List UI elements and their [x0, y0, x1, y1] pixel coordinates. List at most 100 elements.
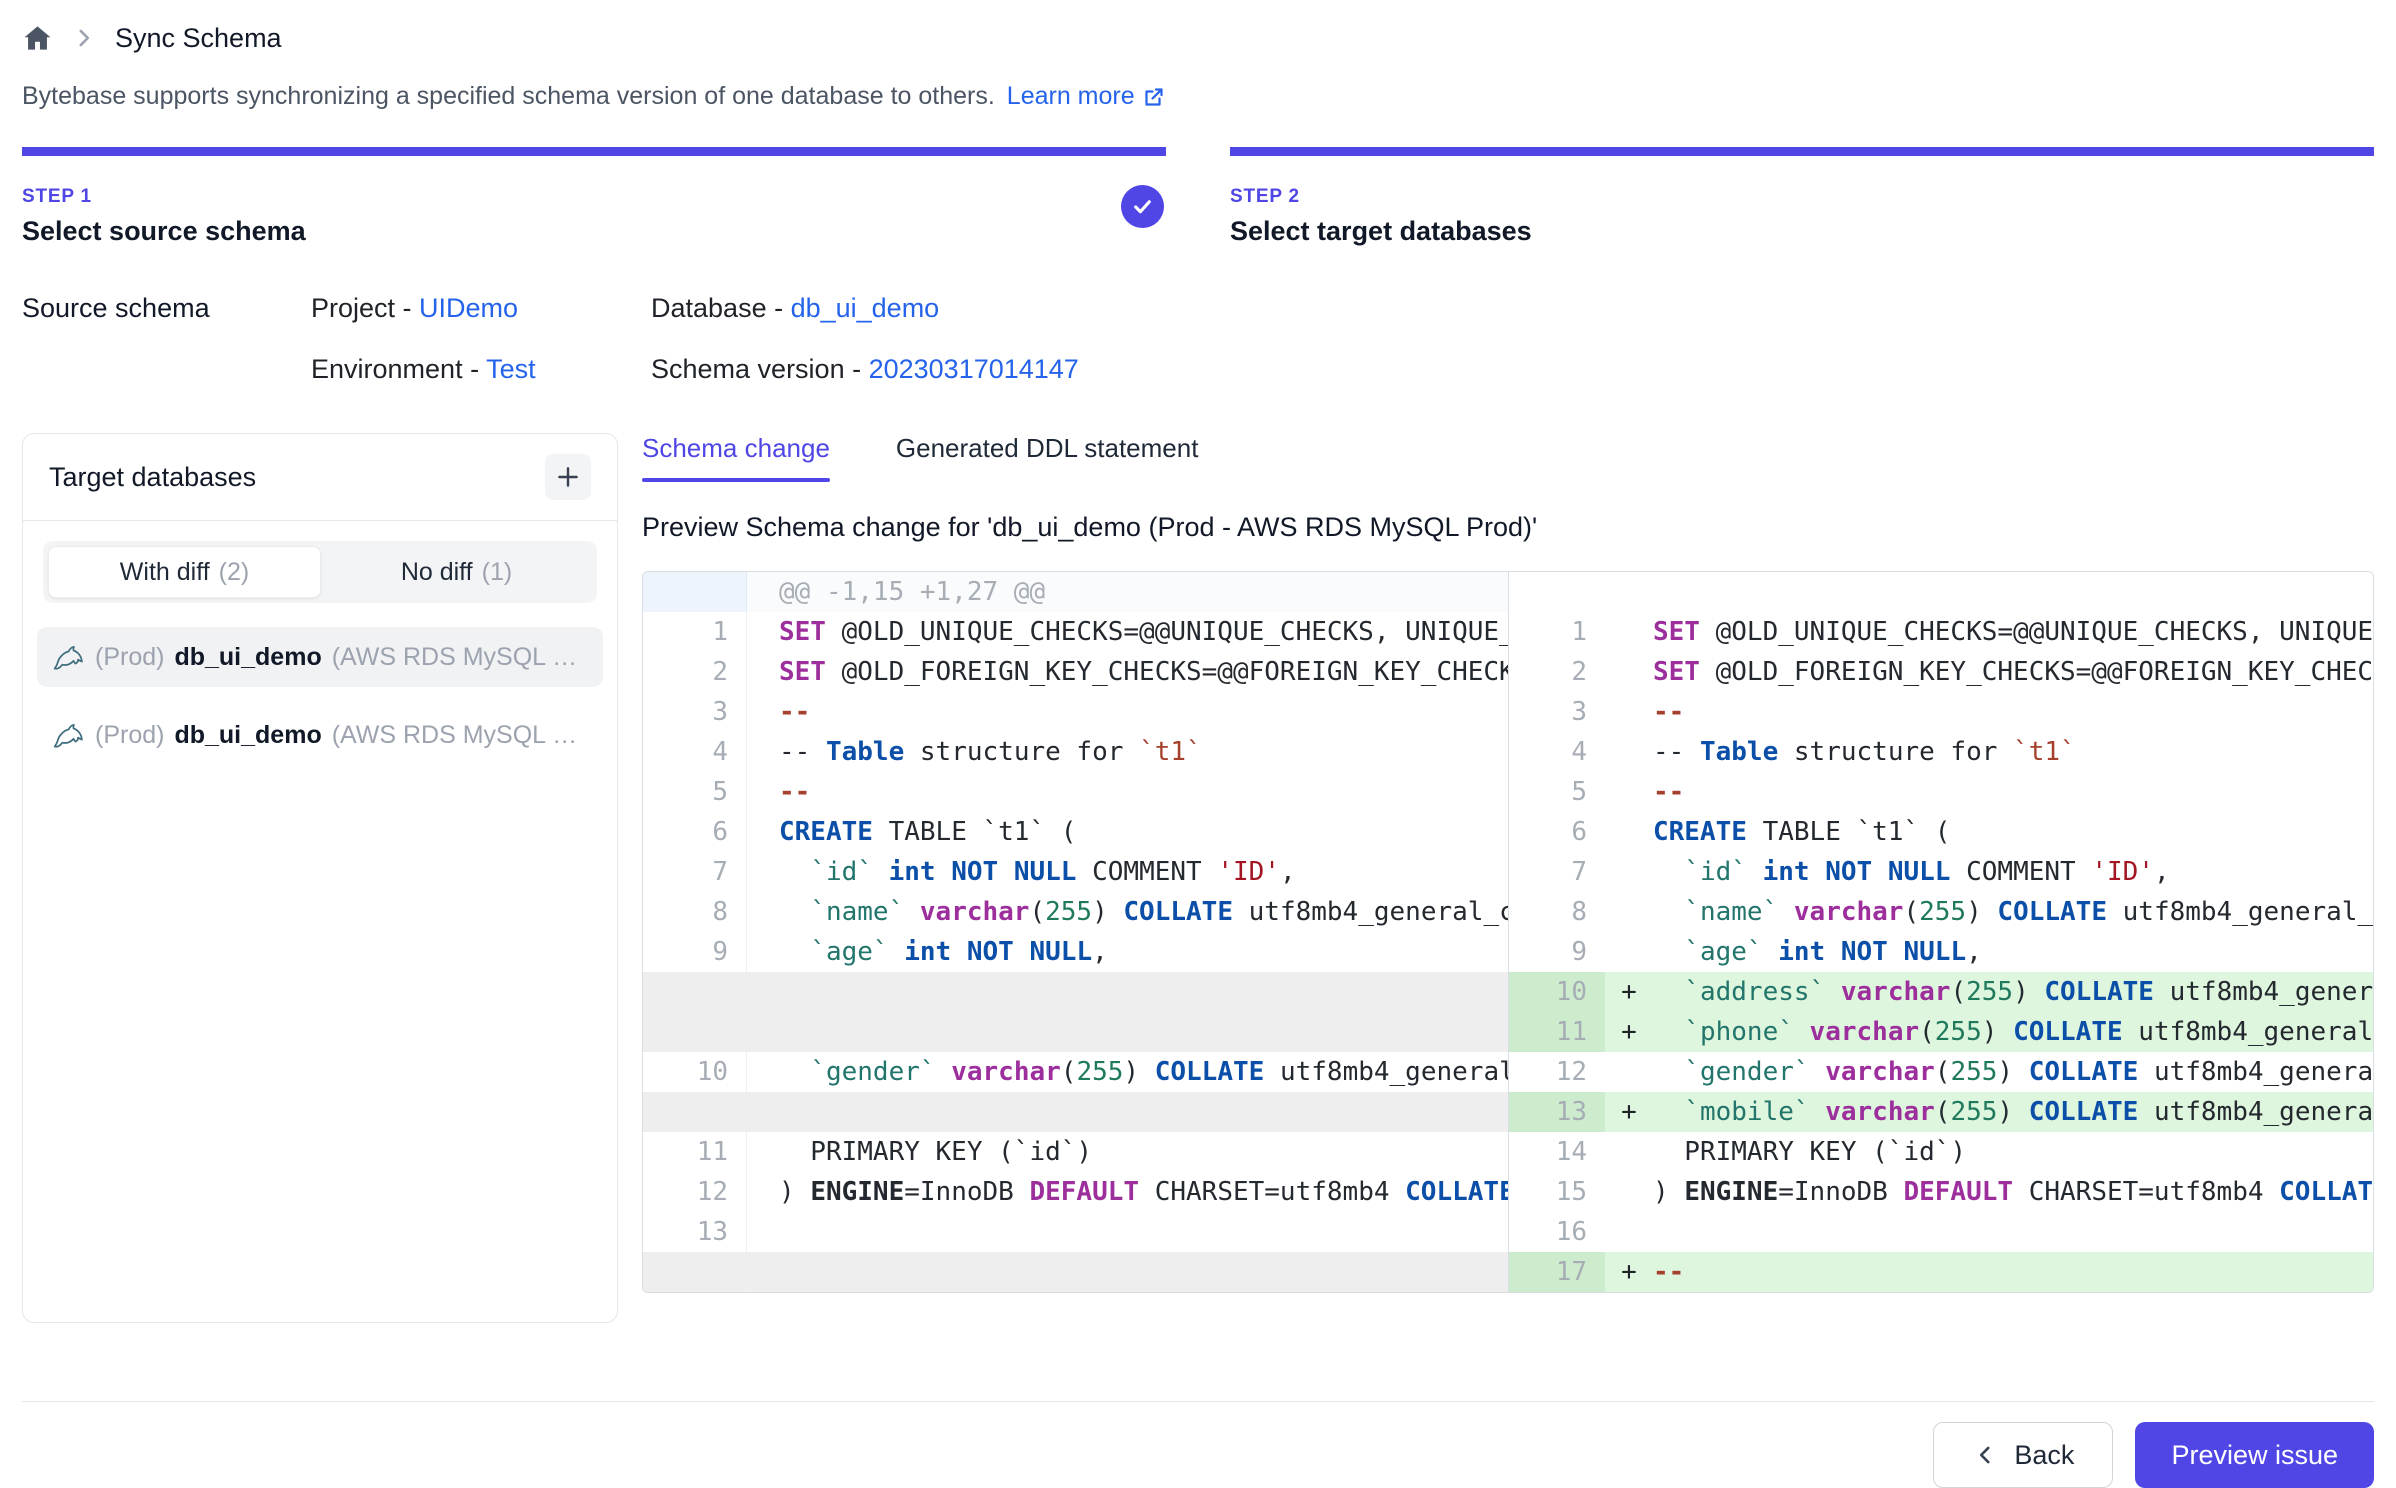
step-2: STEP 2 Select target databases [1230, 147, 2374, 247]
tab-no-diff[interactable]: No diff (1) [321, 546, 592, 598]
tab-with-diff[interactable]: With diff (2) [48, 546, 321, 598]
line-marker [1605, 892, 1653, 932]
plus-icon [555, 464, 581, 490]
diff-row-target: 11+ `phone` varchar(255) COLLATE utf8mb4… [1509, 1012, 2373, 1052]
line-marker [1605, 1212, 1653, 1252]
add-target-database-button[interactable] [545, 454, 591, 500]
diff-row-source [643, 1092, 1508, 1132]
step-1-completed-badge [1121, 185, 1164, 228]
diff-filter-tabs: With diff (2) No diff (1) [43, 541, 597, 603]
step-1-label: STEP 1 [22, 186, 1166, 208]
diff-pane-target: 1SET @OLD_UNIQUE_CHECKS=@@UNIQUE_CHECKS,… [1508, 572, 2373, 1292]
environment-link[interactable]: Test [486, 354, 536, 384]
with-diff-count: (2) [219, 558, 250, 587]
diff-row-target: 4-- Table structure for `t1` [1509, 732, 2373, 772]
mysql-dolphin-icon [51, 640, 85, 674]
diff-row-source [643, 1012, 1508, 1052]
project-link[interactable]: UIDemo [419, 293, 518, 323]
home-icon[interactable] [22, 23, 53, 54]
diff-row-target: 13+ `mobile` varchar(255) COLLATE utf8mb… [1509, 1092, 2373, 1132]
diff-hunk-header-spacer [1509, 572, 2373, 612]
preview-section: Schema change Generated DDL statement Pr… [642, 433, 2374, 1293]
diff-row-source: 9 `age` int NOT NULL, [643, 932, 1508, 972]
diff-row-target: 9 `age` int NOT NULL, [1509, 932, 2373, 972]
diff-row-target: 16 [1509, 1212, 2373, 1252]
diff-row-target: 12 `gender` varchar(255) COLLATE utf8mb4… [1509, 1052, 2373, 1092]
line-marker [1605, 1132, 1653, 1172]
diff-row-source: 13 [643, 1212, 1508, 1252]
preview-title: Preview Schema change for 'db_ui_demo (P… [642, 512, 2374, 543]
diff-row-source: 6CREATE TABLE `t1` ( [643, 812, 1508, 852]
page-description: Bytebase supports synchronizing a specif… [22, 82, 2374, 111]
diff-row-source: 4-- Table structure for `t1` [643, 732, 1508, 772]
database-list-item[interactable]: (Prod) db_ui_demo (AWS RDS MySQL Prod) [37, 627, 603, 687]
footer-actions: Back Preview issue [22, 1402, 2374, 1488]
learn-more-link[interactable]: Learn more [1007, 82, 1166, 111]
step-2-title: Select target databases [1230, 216, 2374, 247]
target-databases-panel: Target databases With diff (2) No diff (… [22, 433, 618, 1323]
line-marker [1605, 852, 1653, 892]
page: Sync Schema Bytebase supports synchroniz… [0, 0, 2396, 1488]
diff-row-target: 3-- [1509, 692, 2373, 732]
diff-row-target: 5-- [1509, 772, 2373, 812]
diff-hunk-header: @@ -1,15 +1,27 @@ [643, 572, 1508, 612]
line-marker [1605, 772, 1653, 812]
diff-row-source: 2SET @OLD_FOREIGN_KEY_CHECKS=@@FOREIGN_K… [643, 652, 1508, 692]
target-database-list: (Prod) db_ui_demo (AWS RDS MySQL Prod) (… [23, 615, 617, 777]
no-diff-count: (1) [482, 558, 513, 587]
chevron-left-icon [1972, 1442, 1998, 1468]
schema-diff-viewer: @@ -1,15 +1,27 @@ 1SET @OLD_UNIQUE_CHECK… [642, 571, 2374, 1293]
target-databases-title: Target databases [49, 462, 256, 493]
chevron-right-icon [71, 25, 97, 51]
preview-issue-button[interactable]: Preview issue [2135, 1422, 2374, 1488]
database-list-item[interactable]: (Prod) db_ui_demo (AWS RDS MySQL Prod) [37, 705, 603, 765]
page-title: Sync Schema [115, 23, 282, 54]
line-marker [1605, 932, 1653, 972]
diff-row-target: 6CREATE TABLE `t1` ( [1509, 812, 2373, 852]
source-schema-version-field: Schema version - 20230317014147 [651, 354, 1079, 385]
source-project-field: Project - UIDemo [311, 293, 651, 324]
diff-row-target: 1SET @OLD_UNIQUE_CHECKS=@@UNIQUE_CHECKS,… [1509, 612, 2373, 652]
diff-row-source: 7 `id` int NOT NULL COMMENT 'ID', [643, 852, 1508, 892]
diff-row-source: 12) ENGINE=InnoDB DEFAULT CHARSET=utf8mb… [643, 1172, 1508, 1212]
diff-row-target: 17+-- [1509, 1252, 2373, 1292]
source-schema-section: Source schema Project - UIDemo Environme… [22, 293, 2374, 385]
diff-row-target: 7 `id` int NOT NULL COMMENT 'ID', [1509, 852, 2373, 892]
step-progress: STEP 1 Select source schema STEP 2 Selec… [22, 147, 2374, 247]
database-link[interactable]: db_ui_demo [791, 293, 940, 323]
schema-version-link[interactable]: 20230317014147 [869, 354, 1079, 384]
added-line-marker: + [1605, 1252, 1653, 1292]
diff-row-source: 8 `name` varchar(255) COLLATE utf8mb4_ge… [643, 892, 1508, 932]
diff-pane-source: @@ -1,15 +1,27 @@ 1SET @OLD_UNIQUE_CHECK… [643, 572, 1508, 1292]
diff-row-source: 10 `gender` varchar(255) COLLATE utf8mb4… [643, 1052, 1508, 1092]
line-marker [1605, 732, 1653, 772]
diff-row-source: 3-- [643, 692, 1508, 732]
diff-row-source: 11 PRIMARY KEY (`id`) [643, 1132, 1508, 1172]
added-line-marker: + [1605, 1092, 1653, 1132]
line-marker [1605, 1052, 1653, 1092]
diff-row-target: 2SET @OLD_FOREIGN_KEY_CHECKS=@@FOREIGN_K… [1509, 652, 2373, 692]
line-marker [1605, 692, 1653, 732]
source-database-field: Database - db_ui_demo [651, 293, 1079, 324]
step-2-bar [1230, 147, 2374, 156]
diff-row-target: 8 `name` varchar(255) COLLATE utf8mb4_ge… [1509, 892, 2373, 932]
line-marker [1605, 812, 1653, 852]
diff-row-target: 14 PRIMARY KEY (`id`) [1509, 1132, 2373, 1172]
breadcrumb: Sync Schema [22, 16, 2374, 60]
external-link-icon [1142, 85, 1166, 109]
check-icon [1130, 194, 1155, 219]
tab-schema-change[interactable]: Schema change [642, 433, 830, 482]
step-2-label: STEP 2 [1230, 186, 2374, 208]
line-marker [1605, 652, 1653, 692]
diff-row-source [643, 1252, 1508, 1292]
preview-tabs: Schema change Generated DDL statement [642, 433, 2374, 482]
diff-row-source: 1SET @OLD_UNIQUE_CHECKS=@@UNIQUE_CHECKS,… [643, 612, 1508, 652]
step-1-bar [22, 147, 1166, 156]
step-1: STEP 1 Select source schema [22, 147, 1166, 247]
added-line-marker: + [1605, 1012, 1653, 1052]
mysql-dolphin-icon [51, 718, 85, 752]
diff-row-target: 15) ENGINE=InnoDB DEFAULT CHARSET=utf8mb… [1509, 1172, 2373, 1212]
line-marker [1605, 1172, 1653, 1212]
back-button[interactable]: Back [1933, 1422, 2113, 1488]
tab-generated-ddl[interactable]: Generated DDL statement [896, 433, 1199, 482]
